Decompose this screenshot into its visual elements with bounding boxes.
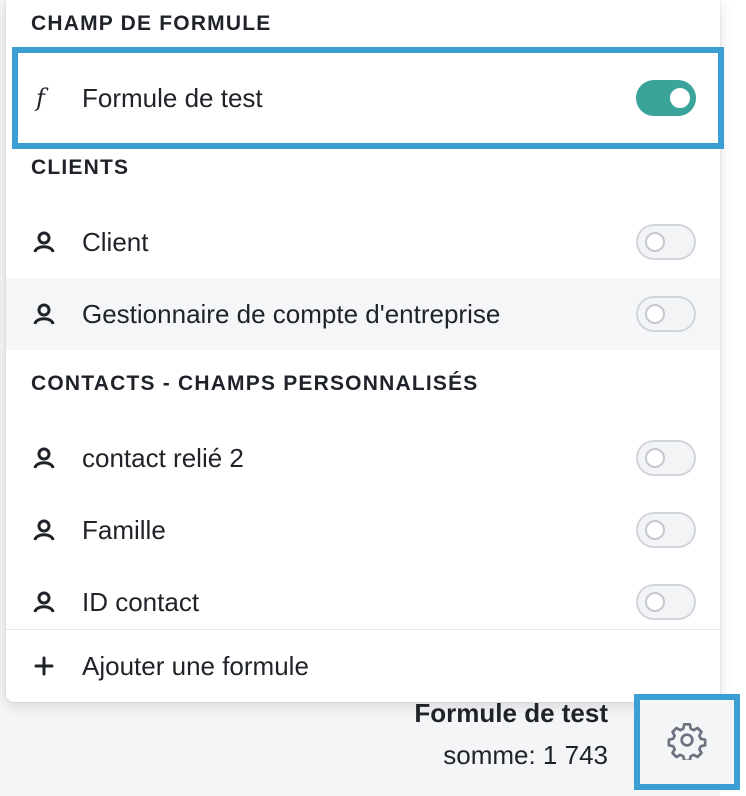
section-header-contacts: CONTACTS - CHAMPS PERSONNALISÉS [31,372,479,395]
list-item-label: contact relié 2 [82,442,244,473]
toggle-famille[interactable] [636,512,696,548]
list-item-label: Client [82,226,149,257]
list-item-label: Famille [82,514,166,545]
settings-button[interactable] [634,694,740,790]
person-icon [32,302,56,326]
person-icon [32,518,56,542]
summary-value: somme: 1 743 [443,740,608,770]
person-icon [32,590,56,614]
toggle-knob [645,520,665,540]
footer-divider [6,629,720,630]
person-icon [32,446,56,470]
toggle-id-contact[interactable] [636,584,696,620]
toggle-knob [645,448,665,468]
add-formula-label: Ajouter une formule [82,650,309,681]
toggle-knob [645,304,665,324]
list-item-formule-de-test[interactable]: f Formule de test [6,62,720,134]
list-item-gestionnaire[interactable]: Gestionnaire de compte d'entreprise [6,278,720,350]
page-right-column [720,0,746,796]
toggle-knob [645,592,665,612]
toggle-formule-de-test[interactable] [636,80,696,116]
list-item-label: Formule de test [82,82,263,113]
toggle-knob [670,88,690,108]
section-header-clients: CLIENTS [31,156,130,179]
gear-icon [667,720,707,765]
section-header-formula: CHAMP DE FORMULE [31,12,272,35]
plus-icon [32,654,56,678]
list-item-client[interactable]: Client [6,206,720,278]
toggle-knob [645,232,665,252]
list-item-famille[interactable]: Famille [6,494,720,566]
person-icon [32,230,56,254]
function-icon: f [32,85,56,111]
summary-title: Formule de test [414,698,608,728]
add-formula-button[interactable]: Ajouter une formule [6,632,720,700]
field-dropdown-panel: CHAMP DE FORMULE f Formule de test CLIEN… [6,0,720,702]
list-item-label: ID contact [82,586,200,617]
list-item-contact-relie-2[interactable]: contact relié 2 [6,422,720,494]
toggle-client[interactable] [636,224,696,260]
list-item-label: Gestionnaire de compte d'entreprise [82,298,501,329]
toggle-gestionnaire[interactable] [636,296,696,332]
svg-text:f: f [34,85,49,111]
toggle-contact-relie-2[interactable] [636,440,696,476]
list-item-id-contact[interactable]: ID contact [6,566,720,638]
